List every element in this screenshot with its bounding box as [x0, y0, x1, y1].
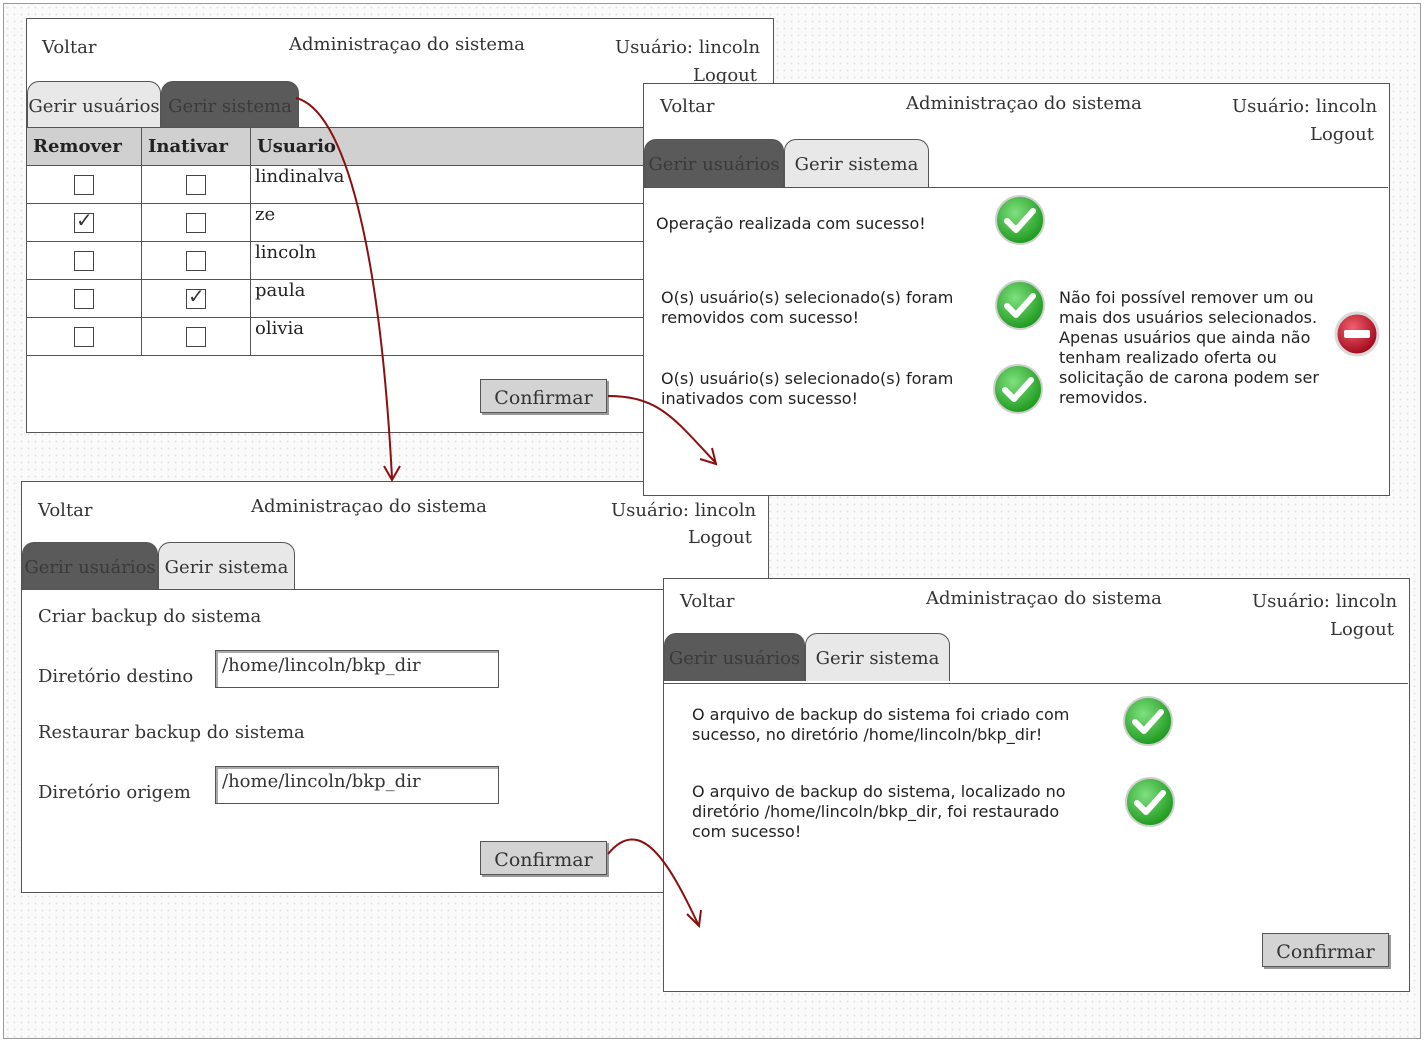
remove-error-message: Não foi possível remover um ou mais dos … [1059, 288, 1319, 407]
inactivate-checkbox[interactable] [186, 251, 206, 271]
user-name-cell: ze [250, 203, 656, 242]
tab-system[interactable]: Gerir sistema [158, 542, 295, 590]
back-link[interactable]: Voltar [660, 96, 715, 117]
inactivated-message: O(s) usuário(s) selecionado(s) foram ina… [661, 369, 954, 408]
tab-users[interactable]: Gerir usuários [22, 542, 158, 590]
users-table: Remover Inativar Usuario lindinalva ✓ ze… [26, 127, 656, 356]
tab-divider [644, 187, 1388, 188]
check-circle-icon [1125, 777, 1175, 827]
tab-users[interactable]: Gerir usuários [664, 633, 805, 681]
remove-checkbox[interactable] [74, 175, 94, 195]
origin-directory-input[interactable]: /home/lincoln/bkp_dir [215, 766, 499, 804]
check-circle-icon [995, 195, 1045, 245]
user-name-cell: paula [250, 279, 656, 318]
table-header-row: Remover Inativar Usuario [26, 127, 656, 166]
remove-checkbox[interactable] [74, 327, 94, 347]
tab-users[interactable]: Gerir usuários [27, 81, 161, 129]
user-label: Usuário: lincoln [1252, 591, 1398, 612]
tab-system[interactable]: Gerir sistema [784, 139, 929, 187]
user-name-cell: lincoln [250, 241, 656, 280]
panel-backup: Voltar Administraçao do sistema Usuário:… [21, 481, 769, 893]
inactivate-checkbox[interactable] [186, 175, 206, 195]
confirm-button[interactable]: Confirmar [480, 841, 607, 875]
minus-circle-icon [1334, 311, 1380, 357]
page-title: Administraçao do sistema [926, 588, 1162, 609]
restore-backup-heading: Restaurar backup do sistema [38, 722, 305, 743]
backup-restored-message: O arquivo de backup do sistema, localiza… [692, 782, 1066, 841]
checkmark-icon: ✓ [76, 208, 93, 232]
check-circle-icon [1123, 696, 1173, 746]
back-link[interactable]: Voltar [38, 500, 93, 521]
back-link[interactable]: Voltar [680, 591, 735, 612]
tab-system[interactable]: Gerir sistema [161, 81, 299, 129]
origin-label: Diretório origem [38, 782, 191, 803]
check-circle-icon [993, 364, 1043, 414]
success-message: Operação realizada com sucesso! [656, 214, 926, 233]
table-row: ✓ paula [26, 279, 656, 318]
logout-link[interactable]: Logout [688, 527, 752, 548]
remove-checkbox[interactable] [74, 251, 94, 271]
user-name-cell: lindinalva [250, 165, 656, 204]
page-title: Administraçao do sistema [289, 34, 525, 55]
confirm-button[interactable]: Confirmar [480, 379, 607, 413]
tab-users[interactable]: Gerir usuários [644, 139, 784, 187]
table-row: lindinalva [26, 165, 656, 204]
column-header-user: Usuario [250, 127, 656, 166]
create-backup-heading: Criar backup do sistema [38, 606, 262, 627]
back-link[interactable]: Voltar [42, 37, 97, 58]
backup-created-message: O arquivo de backup do sistema foi criad… [692, 705, 1070, 744]
destination-directory-input[interactable]: /home/lincoln/bkp_dir [215, 650, 499, 688]
column-header-remove: Remover [26, 127, 142, 166]
remove-checkbox[interactable]: ✓ [74, 209, 94, 233]
user-label: Usuário: lincoln [611, 500, 757, 521]
user-name-cell: olivia [250, 317, 656, 356]
tab-system[interactable]: Gerir sistema [805, 633, 950, 681]
inactivate-checkbox[interactable]: ✓ [186, 285, 206, 309]
table-row: olivia [26, 317, 656, 356]
tab-divider [664, 683, 1408, 684]
inactivate-checkbox[interactable] [186, 213, 206, 233]
page-title: Administraçao do sistema [906, 93, 1142, 114]
inactivate-checkbox[interactable] [186, 327, 206, 347]
destination-label: Diretório destino [38, 666, 194, 687]
removed-message: O(s) usuário(s) selecionado(s) foram rem… [661, 288, 954, 327]
remove-checkbox[interactable] [74, 289, 94, 309]
page-title: Administraçao do sistema [251, 496, 487, 517]
logout-link[interactable]: Logout [1310, 124, 1374, 145]
tab-divider [22, 589, 767, 590]
logout-link[interactable]: Logout [1330, 619, 1394, 640]
confirm-button[interactable]: Confirmar [1262, 933, 1389, 967]
check-circle-icon [995, 280, 1045, 330]
user-label: Usuário: lincoln [615, 37, 761, 58]
user-label: Usuário: lincoln [1232, 96, 1378, 117]
column-header-inactivate: Inativar [141, 127, 251, 166]
panel-users-result: Voltar Administraçao do sistema Usuário:… [643, 83, 1390, 496]
checkmark-icon: ✓ [188, 284, 205, 308]
table-row: lincoln [26, 241, 656, 280]
panel-backup-result: Voltar Administraçao do sistema Usuário:… [663, 578, 1410, 992]
table-row: ✓ ze [26, 203, 656, 242]
